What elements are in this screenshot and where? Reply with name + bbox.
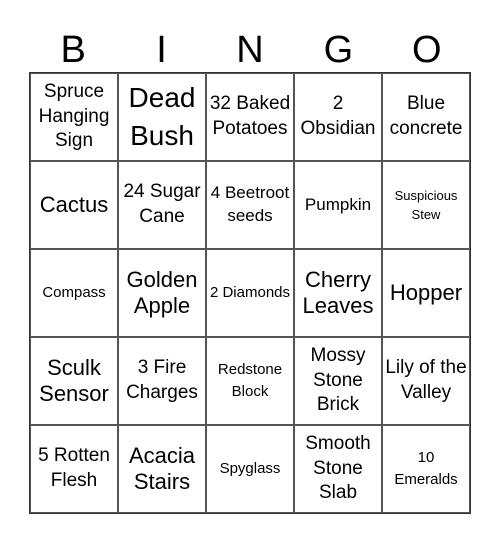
bingo-cell[interactable]: Spruce Hanging Sign (30, 73, 118, 161)
bingo-header: B I N G O (29, 28, 471, 73)
bingo-cell[interactable]: Acacia Stairs (118, 425, 206, 513)
bingo-cell[interactable]: 32 Baked Potatoes (206, 73, 294, 161)
header-letter-o: O (411, 29, 442, 71)
bingo-cell[interactable]: Blue concrete (382, 73, 470, 161)
bingo-cell[interactable]: Lily of the Valley (382, 337, 470, 425)
header-letter-g: G (323, 29, 354, 71)
bingo-cell[interactable]: 2 Obsidian (294, 73, 382, 161)
bingo-cell[interactable]: 3 Fire Charges (118, 337, 206, 425)
bingo-cell[interactable]: Smooth Stone Slab (294, 425, 382, 513)
bingo-cell[interactable]: Cactus (30, 161, 118, 249)
header-letter-b: B (60, 29, 86, 71)
bingo-cell[interactable]: Mossy Stone Brick (294, 337, 382, 425)
header-letter-n: N (236, 29, 264, 71)
bingo-cell[interactable]: 4 Beetroot seeds (206, 161, 294, 249)
bingo-cell[interactable]: Spyglass (206, 425, 294, 513)
bingo-cell[interactable]: Sculk Sensor (30, 337, 118, 425)
bingo-grid: Spruce Hanging Sign Dead Bush 32 Baked P… (29, 72, 471, 514)
header-letter-i: I (156, 29, 167, 71)
bingo-cell[interactable]: 2 Diamonds (206, 249, 294, 337)
bingo-cell[interactable]: Golden Apple (118, 249, 206, 337)
bingo-cell[interactable]: 5 Rotten Flesh (30, 425, 118, 513)
bingo-cell[interactable]: Compass (30, 249, 118, 337)
bingo-cell[interactable]: Cherry Leaves (294, 249, 382, 337)
bingo-cell[interactable]: Pumpkin (294, 161, 382, 249)
bingo-cell[interactable]: Suspicious Stew (382, 161, 470, 249)
bingo-cell[interactable]: 24 Sugar Cane (118, 161, 206, 249)
bingo-cell[interactable]: Redstone Block (206, 337, 294, 425)
bingo-cell[interactable]: Hopper (382, 249, 470, 337)
bingo-cell[interactable]: Dead Bush (118, 73, 206, 161)
bingo-cell[interactable]: 10 Emeralds (382, 425, 470, 513)
